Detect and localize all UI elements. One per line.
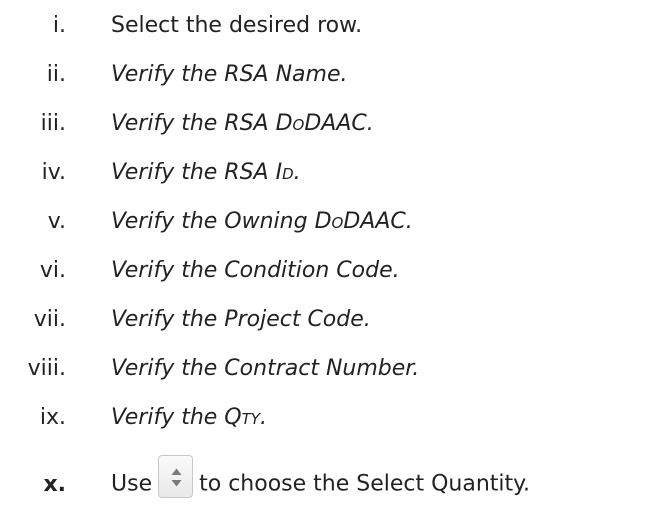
item-number: vii. bbox=[33, 306, 66, 332]
item-text: Verify the RSA Name. bbox=[111, 61, 348, 87]
item-number: i. bbox=[52, 12, 66, 38]
item-text: Verify the RSA Id. bbox=[111, 159, 301, 185]
item-number: ii. bbox=[46, 61, 66, 87]
stepper-icon bbox=[158, 454, 194, 498]
item-number: vi. bbox=[39, 257, 66, 283]
item-text: Verify the Owning DoDAAC. bbox=[111, 208, 413, 234]
item-text: Use to choose the Select Quantity. bbox=[111, 454, 530, 506]
item-number: iii. bbox=[40, 110, 66, 136]
item-text: Verify the RSA DoDAAC. bbox=[111, 110, 374, 136]
item-text: Verify the Contract Number. bbox=[111, 355, 420, 381]
item-text: Select the desired row. bbox=[111, 12, 363, 38]
item-number: v. bbox=[47, 208, 66, 234]
instruction-list: i. Select the desired row. ii. Verify th… bbox=[0, 0, 657, 525]
item-text: Verify the Project Code. bbox=[111, 306, 371, 332]
item-text: Verify the Condition Code. bbox=[111, 257, 400, 283]
item-number: viii. bbox=[27, 355, 66, 381]
item-number: ix. bbox=[39, 404, 66, 430]
item-number: iv. bbox=[41, 159, 66, 185]
item-text: Verify the Qty. bbox=[111, 404, 267, 430]
item-number: x. bbox=[43, 471, 66, 497]
